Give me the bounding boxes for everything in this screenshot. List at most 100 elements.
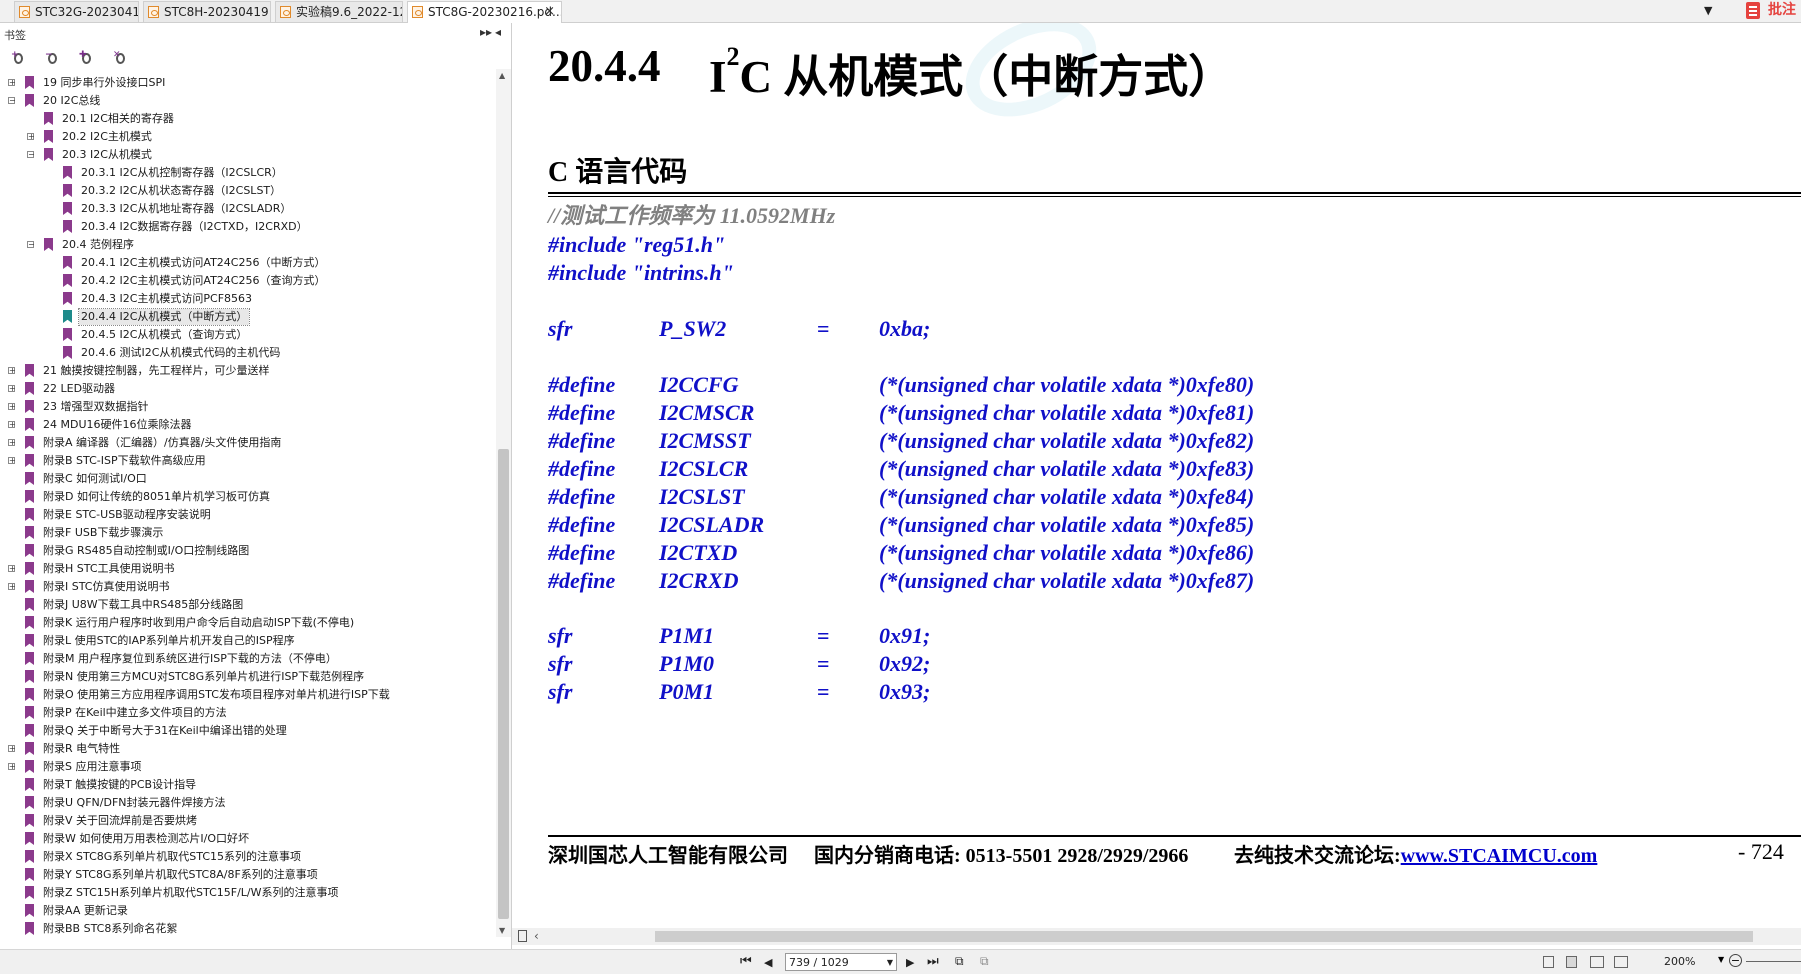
scrollbar-thumb[interactable] <box>498 449 509 919</box>
continuous-view-icon[interactable] <box>1566 956 1577 968</box>
bookmark-item[interactable]: − 20.3 I2C从机模式 <box>0 147 490 163</box>
tab-stc32g[interactable]: STC32G-20230419.... <box>14 1 139 22</box>
bookmark-item[interactable]: +19 同步串行外设接口SPI <box>0 75 490 91</box>
scroll-up-icon[interactable]: ▲ <box>499 71 505 80</box>
bookmark-item[interactable]: + 附录S 应用注意事项 <box>0 759 490 775</box>
bookmark-item[interactable]: + 附录R 电气特性 <box>0 741 490 757</box>
bookmark-item[interactable]: + 附录H STC工具使用说明书 <box>0 561 490 577</box>
bookmark-item[interactable]: 20.3.4 I2C数据寄存器（I2CTXD，I2CRXD） <box>0 219 490 235</box>
add-bookmark-icon[interactable]: ✚ <box>79 50 93 65</box>
zoom-level[interactable]: 200% <box>1664 955 1695 968</box>
bookmark-item[interactable]: 附录AA 更新记录 <box>0 903 490 919</box>
bookmark-item[interactable]: 附录U QFN/DFN封装元器件焊接方法 <box>0 795 490 811</box>
page-number-field[interactable]: 739 / 1029 ▼ <box>785 953 897 971</box>
bookmark-item[interactable]: +20.2 I2C主机模式 <box>0 129 490 145</box>
expand-node-icon[interactable]: + <box>8 745 16 753</box>
horizontal-scrollbar[interactable]: ‹ <box>512 928 1801 945</box>
bookmark-item[interactable]: 附录D 如何让传统的8051单片机学习板可仿真 <box>0 489 490 505</box>
bookmark-item[interactable]: − 20.4 范例程序 <box>0 237 490 253</box>
annotation-button[interactable]: 批注 <box>1738 0 1801 22</box>
collapse-all-bookmarks-icon[interactable]: − <box>45 50 59 65</box>
tab-experiment[interactable]: 实验稿9.6_2022-12-... <box>275 1 403 22</box>
bookmark-item[interactable]: 20.4.1 I2C主机模式访问AT24C256（中断方式） <box>0 255 490 271</box>
bookmark-item[interactable]: 附录C 如何测试I/O口 <box>0 471 490 487</box>
bookmark-item[interactable]: 附录W 如何使用万用表检测芯片I/O口好坏 <box>0 831 490 847</box>
single-page-view-icon[interactable] <box>1543 956 1554 968</box>
bookmark-item[interactable]: + 附录B STC-ISP下载软件高级应用 <box>0 453 490 469</box>
expand-node-icon[interactable]: + <box>8 421 16 429</box>
bookmark-item[interactable]: + 附录A 编译器（汇编器）/仿真器/头文件使用指南 <box>0 435 490 451</box>
bookmark-item[interactable]: 附录O 使用第三方应用程序调用STC发布项目程序对单片机进行ISP下载 <box>0 687 490 703</box>
bookmark-item[interactable]: 附录Q 关于中断号大于31在Keil中编译出错的处理 <box>0 723 490 739</box>
close-tab-icon[interactable]: × <box>544 2 555 22</box>
expand-node-icon[interactable]: + <box>8 385 16 393</box>
expand-node-icon[interactable]: + <box>8 583 16 591</box>
bookmark-item[interactable]: 附录J U8W下载工具中RS485部分线路图 <box>0 597 490 613</box>
expand-node-icon[interactable]: + <box>8 457 16 465</box>
expand-node-icon[interactable]: + <box>8 565 16 573</box>
bookmark-item[interactable]: 20.4.5 I2C从机模式（查询方式） <box>0 327 490 343</box>
bookmark-item[interactable]: 附录BB STC8系列命名花絮 <box>0 921 490 937</box>
scroll-down-icon[interactable]: ▼ <box>499 926 505 935</box>
two-page-continuous-icon[interactable] <box>1614 956 1628 968</box>
bookmark-item[interactable]: 附录V 关于回流焊前是否要烘烤 <box>0 813 490 829</box>
bookmark-item[interactable]: 20.3.3 I2C从机地址寄存器（I2CSLADR） <box>0 201 490 217</box>
bookmark-item[interactable]: − 20 I2C总线 <box>0 93 490 109</box>
bookmark-item[interactable]: +24 MDU16硬件16位乘除法器 <box>0 417 490 433</box>
expand-all-bookmarks-icon[interactable]: + <box>11 50 25 65</box>
expand-node-icon[interactable]: + <box>8 79 16 87</box>
bookmark-item[interactable]: 20.4.3 I2C主机模式访问PCF8563 <box>0 291 490 307</box>
bookmark-item[interactable]: 附录T 触摸按键的PCB设计指导 <box>0 777 490 793</box>
bookmark-item[interactable]: 附录N 使用第三方MCU对STC8G系列单片机进行ISP下载范例程序 <box>0 669 490 685</box>
bookmark-item[interactable]: 附录Y STC8G系列单片机取代STC8A/8F系列的注意事项 <box>0 867 490 883</box>
tab-stc8g[interactable]: STC8G-20230216.pd... × <box>407 1 562 23</box>
bookmark-item[interactable]: +21 触摸按键控制器，先工程样片，可少量送样 <box>0 363 490 379</box>
zoom-slider[interactable] <box>1746 961 1801 962</box>
tab-stc8h[interactable]: STC8H-20230419.p... <box>143 1 271 22</box>
bookmark-scrollbar[interactable]: ▲ ▼ <box>496 69 511 937</box>
bookmark-item[interactable]: 附录K 运行用户程序时收到用户命令后自动启动ISP下载(不停电) <box>0 615 490 631</box>
previous-page-button[interactable]: ◀ <box>764 956 772 969</box>
scrollbar-thumb[interactable] <box>655 931 1753 942</box>
scroll-left-icon[interactable]: ‹ <box>534 929 539 943</box>
bookmark-item[interactable]: 附录M 用户程序复位到系统区进行ISP下载的方法（不停电） <box>0 651 490 667</box>
expand-panel-icon[interactable]: ▸▸ <box>480 25 492 39</box>
previous-view-icon[interactable]: ⧉ <box>955 954 964 969</box>
bookmark-item[interactable]: 附录L 使用STC的IAP系列单片机开发自己的ISP程序 <box>0 633 490 649</box>
next-view-icon[interactable]: ⧉ <box>980 954 989 969</box>
expand-node-icon[interactable]: + <box>8 439 16 447</box>
last-page-button[interactable]: ⏭ <box>927 954 939 969</box>
expand-node-icon[interactable]: + <box>8 367 16 375</box>
bookmark-item[interactable]: 20.4.6 测试I2C从机模式代码的主机代码 <box>0 345 490 361</box>
bookmark-item[interactable]: 20.3.2 I2C从机状态寄存器（I2CSLST） <box>0 183 490 199</box>
bookmark-item[interactable]: 附录X STC8G系列单片机取代STC15系列的注意事项 <box>0 849 490 865</box>
bookmark-item[interactable]: + 附录I STC仿真使用说明书 <box>0 579 490 595</box>
bookmark-item[interactable]: +22 LED驱动器 <box>0 381 490 397</box>
delete-bookmark-icon[interactable]: ✕ <box>113 50 127 65</box>
bookmark-item[interactable]: 20.4.2 I2C主机模式访问AT24C256（查询方式） <box>0 273 490 289</box>
expand-node-icon[interactable]: + <box>27 133 35 141</box>
bookmark-item[interactable]: 附录P 在Keil中建立多文件项目的方法 <box>0 705 490 721</box>
chevron-down-icon[interactable]: ▼ <box>1718 955 1724 964</box>
forum-link[interactable]: www.STCAIMCU.com <box>1401 845 1598 867</box>
expand-node-icon[interactable]: + <box>8 763 16 771</box>
two-page-view-icon[interactable] <box>1590 956 1604 968</box>
chevron-down-icon[interactable]: ▼ <box>887 954 893 972</box>
next-page-button[interactable]: ▶ <box>906 956 914 969</box>
bookmark-item[interactable]: 附录F USB下载步骤演示 <box>0 525 490 541</box>
first-page-button[interactable]: ⏮ <box>740 954 752 969</box>
zoom-out-icon[interactable]: − <box>1729 954 1742 967</box>
bookmark-item[interactable]: 20.4.4 I2C从机模式（中断方式） <box>0 308 490 326</box>
bookmark-item[interactable]: 20.3.1 I2C从机控制寄存器（I2CSLCR） <box>0 165 490 181</box>
bookmark-item[interactable]: +23 增强型双数据指针 <box>0 399 490 415</box>
bookmark-item[interactable]: 附录Z STC15H系列单片机取代STC15F/L/W系列的注意事项 <box>0 885 490 901</box>
collapse-node-icon[interactable]: − <box>8 97 16 105</box>
bookmark-item[interactable]: 附录E STC-USB驱动程序安装说明 <box>0 507 490 523</box>
collapse-panel-icon[interactable]: ◂ <box>495 25 501 39</box>
bookmark-item[interactable]: 20.1 I2C相关的寄存器 <box>0 111 490 127</box>
collapse-node-icon[interactable]: − <box>27 241 35 249</box>
tab-list-dropdown-icon[interactable]: ▼ <box>1704 4 1712 17</box>
collapse-node-icon[interactable]: − <box>27 151 35 159</box>
expand-node-icon[interactable]: + <box>8 403 16 411</box>
bookmark-item[interactable]: 附录G RS485自动控制或I/O口控制线路图 <box>0 543 490 559</box>
